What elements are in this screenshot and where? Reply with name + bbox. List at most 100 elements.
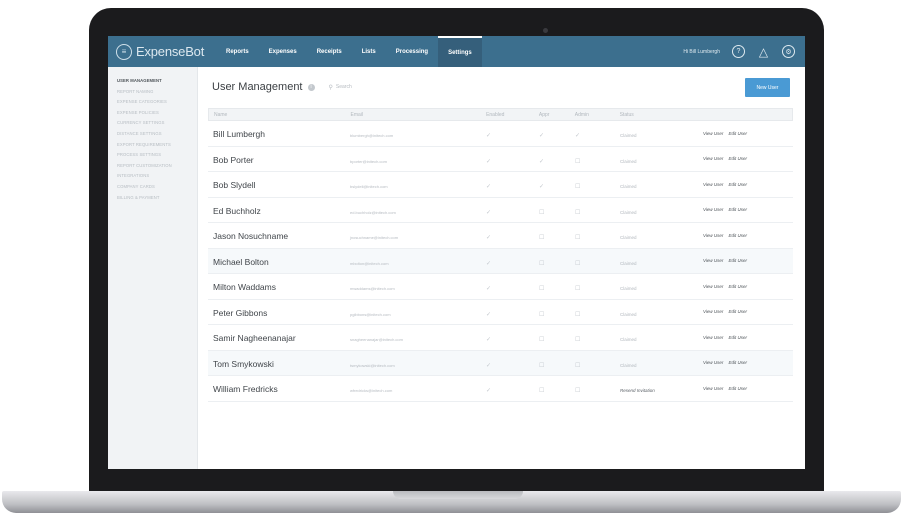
admin-check-icon[interactable]: ☐ — [575, 312, 580, 318]
nav-item-settings[interactable]: Settings — [438, 36, 482, 67]
edit-user-link[interactable]: Edit User — [728, 360, 747, 365]
new-user-button[interactable]: New User — [745, 78, 790, 97]
edit-user-link[interactable]: Edit User — [728, 335, 747, 340]
nav-item-lists[interactable]: Lists — [352, 36, 386, 67]
user-greeting[interactable]: Hi Bill Lumbergh — [683, 49, 720, 55]
sidebar-item-expense-categories[interactable]: EXPENSE CATEGORIES — [108, 97, 197, 108]
admin-check-icon[interactable]: ☐ — [575, 159, 580, 165]
enabled-check-icon[interactable]: ✓ — [486, 159, 491, 165]
edit-user-link[interactable]: Edit User — [728, 233, 747, 238]
edit-user-link[interactable]: Edit User — [728, 207, 747, 212]
enabled-check-icon[interactable]: ✓ — [486, 286, 491, 292]
column-header-email[interactable]: Email — [351, 112, 487, 118]
edit-user-link[interactable]: Edit User — [728, 182, 747, 187]
sidebar-item-expense-policies[interactable]: EXPENSE POLICIES — [108, 108, 197, 119]
approver-check-icon[interactable]: ✓ — [539, 133, 544, 139]
approver-check-icon[interactable]: ☐ — [539, 388, 544, 394]
approver-check-icon[interactable]: ✓ — [539, 159, 544, 165]
view-user-link[interactable]: View User — [703, 284, 723, 289]
column-header-admin[interactable]: Admin — [575, 112, 620, 118]
column-header-enabled[interactable]: Enabled — [486, 112, 539, 118]
admin-check-icon[interactable]: ☐ — [575, 184, 580, 190]
enabled-check-icon[interactable]: ✓ — [486, 210, 491, 216]
enabled-check-icon[interactable]: ✓ — [486, 235, 491, 241]
enabled-check-icon[interactable]: ✓ — [486, 261, 491, 267]
view-user-link[interactable]: View User — [703, 207, 723, 212]
nav-item-processing[interactable]: Processing — [386, 36, 438, 67]
enabled-check-icon[interactable]: ✓ — [486, 388, 491, 394]
edit-user-link[interactable]: Edit User — [728, 284, 747, 289]
nav-item-expenses[interactable]: Expenses — [259, 36, 307, 67]
user-name[interactable]: William Fredricks — [213, 384, 278, 394]
sidebar-item-integrations[interactable]: INTEGRATIONS — [108, 171, 197, 182]
enabled-check-icon[interactable]: ✓ — [486, 312, 491, 318]
admin-check-icon[interactable]: ☐ — [575, 286, 580, 292]
edit-user-link[interactable]: Edit User — [728, 131, 747, 136]
help-circle-icon[interactable]: ? — [732, 45, 745, 58]
sidebar-item-currency-settings[interactable]: CURRENCY SETTINGS — [108, 118, 197, 129]
sidebar-item-distance-settings[interactable]: DISTANCE SETTINGS — [108, 129, 197, 140]
admin-check-icon[interactable]: ☐ — [575, 210, 580, 216]
view-user-link[interactable]: View User — [703, 309, 723, 314]
view-user-link[interactable]: View User — [703, 386, 723, 391]
enabled-check-icon[interactable]: ✓ — [486, 133, 491, 139]
sidebar-item-export-requirements[interactable]: EXPORT REQUIREMENTS — [108, 140, 197, 151]
approver-check-icon[interactable]: ☐ — [539, 210, 544, 216]
nav-item-reports[interactable]: Reports — [216, 36, 259, 67]
admin-check-icon[interactable]: ☐ — [575, 363, 580, 369]
approver-check-icon[interactable]: ☐ — [539, 363, 544, 369]
user-name[interactable]: Ed Buchholz — [213, 206, 261, 216]
table-row: Bob Slydell bslydell@initech.com ✓ ✓ ☐ Claime… — [208, 172, 793, 198]
user-name[interactable]: Tom Smykowski — [213, 359, 274, 369]
admin-check-icon[interactable]: ✓ — [575, 133, 580, 139]
admin-check-icon[interactable]: ☐ — [575, 388, 580, 394]
sidebar-item-report-naming[interactable]: REPORT NAMING — [108, 87, 197, 98]
view-user-link[interactable]: View User — [703, 182, 723, 187]
user-name[interactable]: Jason Nosuchname — [213, 231, 288, 241]
user-name[interactable]: Peter Gibbons — [213, 308, 267, 318]
brand-logo[interactable]: ≡ ExpenseBot — [108, 43, 208, 60]
edit-user-link[interactable]: Edit User — [728, 156, 747, 161]
user-name[interactable]: Michael Bolton — [213, 257, 269, 267]
sidebar-item-company-cards[interactable]: COMPANY CARDS — [108, 182, 197, 193]
sidebar-item-billing-payment[interactable]: BILLING & PAYMENT — [108, 193, 197, 204]
settings-gear-icon[interactable]: ⚙ — [782, 45, 795, 58]
approver-check-icon[interactable]: ☐ — [539, 312, 544, 318]
status-badge[interactable]: Resend Invitation — [620, 388, 655, 393]
approver-check-icon[interactable]: ☐ — [539, 235, 544, 241]
sidebar-item-report-customization[interactable]: REPORT CUSTOMIZATION — [108, 161, 197, 172]
approver-check-icon[interactable]: ☐ — [539, 337, 544, 343]
nav-item-receipts[interactable]: Receipts — [307, 36, 352, 67]
search-input[interactable] — [335, 84, 396, 90]
column-header-status[interactable]: Status — [620, 112, 703, 118]
user-name[interactable]: Milton Waddams — [213, 282, 276, 292]
sidebar-item-process-settings[interactable]: PROCESS SETTINGS — [108, 150, 197, 161]
view-user-link[interactable]: View User — [703, 258, 723, 263]
admin-check-icon[interactable]: ☐ — [575, 235, 580, 241]
edit-user-link[interactable]: Edit User — [728, 258, 747, 263]
edit-user-link[interactable]: Edit User — [728, 309, 747, 314]
sidebar-item-user-management[interactable]: USER MANAGEMENT — [108, 76, 197, 87]
enabled-check-icon[interactable]: ✓ — [486, 337, 491, 343]
user-name[interactable]: Bob Porter — [213, 155, 254, 165]
admin-check-icon[interactable]: ☐ — [575, 261, 580, 267]
view-user-link[interactable]: View User — [703, 335, 723, 340]
enabled-check-icon[interactable]: ✓ — [486, 184, 491, 190]
approver-check-icon[interactable]: ☐ — [539, 286, 544, 292]
warning-triangle-icon[interactable]: △ — [757, 45, 770, 59]
edit-user-link[interactable]: Edit User — [728, 386, 747, 391]
column-header-name[interactable]: Name — [209, 112, 351, 118]
info-icon[interactable]: i — [307, 83, 315, 91]
view-user-link[interactable]: View User — [703, 156, 723, 161]
approver-check-icon[interactable]: ☐ — [539, 261, 544, 267]
enabled-check-icon[interactable]: ✓ — [486, 363, 491, 369]
user-name[interactable]: Samir Nagheenanajar — [213, 333, 296, 343]
user-name[interactable]: Bob Slydell — [213, 180, 256, 190]
view-user-link[interactable]: View User — [703, 360, 723, 365]
column-header-approver[interactable]: Appr — [539, 112, 575, 118]
user-name[interactable]: Bill Lumbergh — [213, 129, 265, 139]
view-user-link[interactable]: View User — [703, 131, 723, 136]
admin-check-icon[interactable]: ☐ — [575, 337, 580, 343]
view-user-link[interactable]: View User — [703, 233, 723, 238]
approver-check-icon[interactable]: ✓ — [539, 184, 544, 190]
